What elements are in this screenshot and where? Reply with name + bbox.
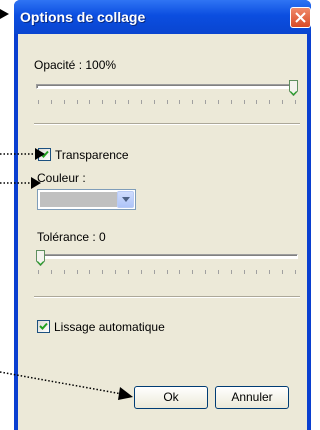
annotation-arrow-transparency [0, 148, 45, 160]
annotation-arrow-title [0, 9, 9, 19]
annotation-arrow-ok [0, 371, 133, 400]
annotation-overlay [0, 9, 133, 400]
annotation-arrow-color [0, 177, 41, 189]
